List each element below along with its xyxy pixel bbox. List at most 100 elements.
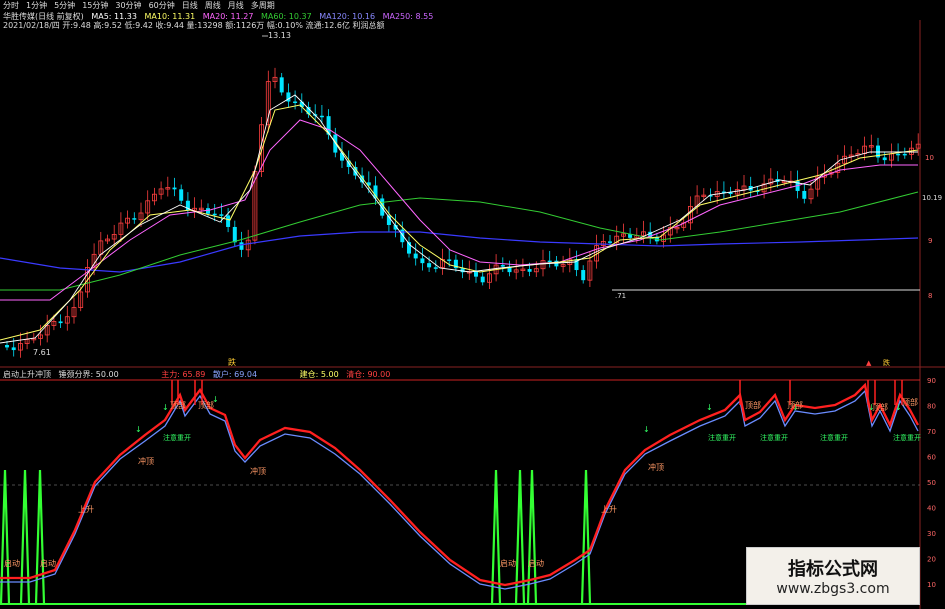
caution-label-2: 注意重开 (708, 433, 736, 442)
peak-label-2: 顶部 (198, 400, 214, 410)
down-arrow-icon: ↓ (135, 425, 142, 434)
candle-body (547, 260, 552, 263)
clear-value: 清仓: 90.00 (346, 370, 391, 379)
period-tab-8[interactable]: 周线 (205, 0, 221, 10)
rise-label-1: 上升 (78, 505, 94, 514)
indicator-axis-label: 40 (927, 505, 936, 513)
axis-label-main-4: 8 (928, 292, 932, 300)
period-tab-10[interactable]: 多周期 (251, 0, 275, 10)
ma250-value: MA250: 8.55 (382, 12, 434, 21)
candle-body (212, 213, 217, 216)
candle-body (232, 226, 237, 243)
start-label-2: 启动 (40, 558, 56, 568)
candle-body (132, 218, 137, 220)
indicator-axis-label: 50 (927, 479, 936, 487)
ma60-line (0, 191, 919, 291)
ma5-line (0, 94, 918, 344)
watermark: 指标公式网 www.zbgs3.com (746, 547, 920, 605)
top-label-1: 冲顶 (138, 456, 154, 466)
candle-body (480, 276, 485, 283)
start-signal-spike (0, 469, 11, 605)
candle-body (500, 265, 505, 267)
candle-body (581, 270, 586, 281)
caution-label-1: 注意重开 (163, 433, 191, 442)
caution-label-4: 注意重开 (820, 433, 848, 442)
indicator-axis-label: 20 (927, 556, 936, 564)
period-toolbar: 分时 1分钟 5分钟 15分钟 30分钟 60分钟 日线 周线 月线 多周期 (0, 0, 275, 10)
peak-label-6: 顶部 (902, 397, 918, 407)
candle-body (420, 258, 425, 264)
indicator-axis-label: 60 (927, 454, 936, 462)
candle-body (802, 190, 807, 199)
indicator-axis-label: 90 (927, 377, 936, 385)
low-price-label: 7.61 (33, 348, 51, 357)
top-marker: 跌 (228, 357, 236, 367)
candlestick-series (5, 67, 921, 358)
start-signal-spike (19, 469, 31, 605)
candle-body (11, 347, 16, 351)
start-label-4: 启动 (528, 558, 544, 568)
top-marker-2: 跌 (883, 358, 890, 367)
candle-body (608, 241, 612, 243)
peak-label-4: 顶部 (787, 400, 803, 410)
indicator-header: 启动上升冲顶 锤颈分界: 50.00 主力: 65.89 散户: 69.04 建… (3, 369, 390, 380)
quote-line: 2021/02/18/四 开:9.48 高:9.52 低:9.42 收:9.44… (3, 21, 385, 30)
axis-label-main-1: 10 (925, 154, 934, 162)
candle-body (239, 242, 244, 250)
candle-body (206, 208, 210, 214)
period-tab-2[interactable]: 1分钟 (26, 0, 47, 10)
period-tab-3[interactable]: 5分钟 (54, 0, 75, 10)
watermark-title: 指标公式网 (788, 559, 878, 580)
caution-label-5: 注意重开 (893, 433, 921, 442)
axis-label-main-2: 10.19 (922, 194, 942, 202)
down-arrow-icon: ↓ (895, 403, 902, 412)
build-value: 建仓: 5.00 (299, 370, 339, 379)
moving-average-lines (0, 94, 919, 344)
candle-body (172, 187, 177, 190)
main-force-value: 主力: 65.89 (161, 370, 206, 379)
period-tab-6[interactable]: 60分钟 (149, 0, 175, 10)
start-signal-spike (34, 469, 46, 605)
candle-body (219, 214, 224, 216)
candle-body (433, 267, 438, 269)
candle-body (5, 345, 9, 348)
indicator-axis-label: 10 (927, 581, 936, 589)
start-label-1: 启动 (4, 558, 20, 568)
ma10-line (0, 104, 919, 341)
candle-body (882, 157, 887, 161)
peak-label-1: 顶部 (170, 400, 186, 410)
indicator-name: 启动上升冲顶 (3, 370, 51, 379)
down-arrow-icon: ↓ (162, 403, 169, 412)
high-price-label: 13.13 (268, 31, 291, 40)
period-tab-7[interactable]: 日线 (182, 0, 198, 10)
period-tab-1[interactable]: 分时 (3, 0, 19, 10)
axis-label-main-3: 9 (928, 237, 932, 245)
support-label: .71 (615, 292, 626, 300)
candle-body (527, 269, 532, 272)
period-tab-5[interactable]: 30分钟 (115, 0, 141, 10)
peak-label-3: 顶部 (745, 400, 761, 410)
top-label-2: 冲顶 (250, 466, 266, 476)
candle-body (474, 271, 478, 277)
indicator-axis-label: 80 (927, 403, 936, 411)
start-label-3: 启动 (500, 558, 516, 568)
candle-body (902, 153, 907, 156)
candle-body (447, 259, 452, 261)
peak-marker: ▲ (866, 359, 872, 367)
candle-body (293, 101, 298, 104)
rise-label-2: 上升 (601, 505, 617, 514)
peak-label-5: 顶部 (872, 402, 888, 412)
down-arrow-icon: ↓ (643, 425, 650, 434)
indicator-axis-label: 30 (927, 530, 936, 538)
start-signal-spike (580, 469, 592, 605)
candle-body (58, 321, 63, 324)
retail-value: 散户: 69.04 (212, 370, 258, 379)
candle-body (179, 189, 184, 201)
top-label-3: 冲顶 (648, 462, 664, 472)
period-tab-4[interactable]: 15分钟 (82, 0, 108, 10)
stock-chart[interactable]: ↓↓↓↓↓ ↓ ↓ ↓ 13.13 7.61 .71 跌 10 10.19 9 8 9… (0, 0, 945, 609)
boundary-value: 锤颈分界: 50.00 (58, 370, 119, 379)
period-tab-9[interactable]: 月线 (228, 0, 244, 10)
ma20-line (0, 119, 918, 301)
watermark-url: www.zbgs3.com (776, 581, 890, 597)
